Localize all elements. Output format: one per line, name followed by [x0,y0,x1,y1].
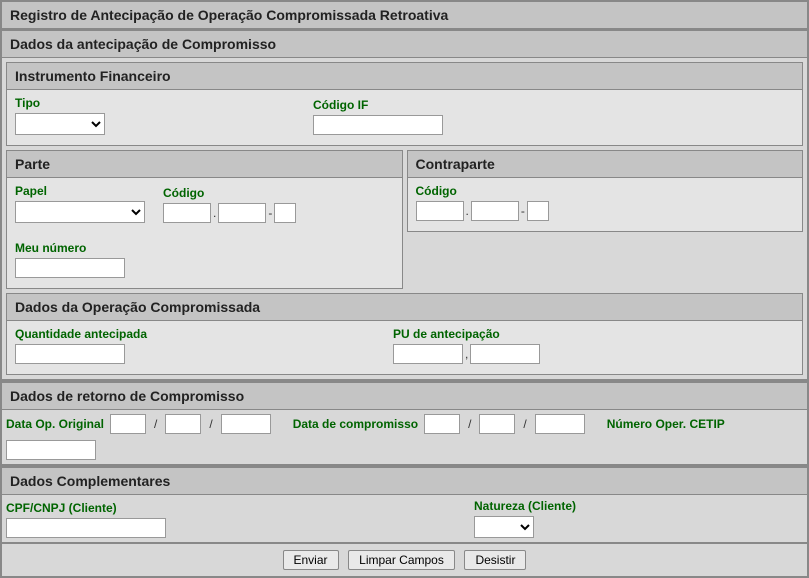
quantidade-label: Quantidade antecipada [15,327,375,341]
dados-complementares-title: Dados Complementares [0,466,809,495]
contraparte-title: Contraparte [407,150,804,178]
contraparte-codigo-sep2: - [519,204,527,218]
parte-codigo-label: Código [163,186,296,200]
limpar-campos-button[interactable]: Limpar Campos [348,550,455,570]
contraparte-codigo-label: Código [416,184,549,198]
dados-antecipacao-container: Instrumento Financeiro Tipo Código IF Pa… [0,58,809,381]
parte-codigo-sep2: - [266,206,274,220]
parte-codigo-b-input[interactable] [218,203,266,223]
section-dados-antecipacao-title: Dados da antecipação de Compromisso [0,29,809,58]
data-op-original-sep1: / [152,417,159,431]
tipo-select[interactable] [15,113,105,135]
data-op-original-label: Data Op. Original [6,417,104,431]
parte-papel-label: Papel [15,184,145,198]
numero-cetip-label: Número Oper. CETIP [607,417,725,431]
dados-operacao-body: Quantidade antecipada PU de antecipação … [6,321,803,375]
dados-operacao-title: Dados da Operação Compromissada [6,293,803,321]
contraparte-codigo-sep1: . [464,204,471,218]
natureza-select[interactable] [474,516,534,538]
page-title: Registro de Antecipação de Operação Comp… [0,0,809,29]
data-compromisso-d-input[interactable] [424,414,460,434]
dados-retorno-title: Dados de retorno de Compromisso [0,381,809,410]
contraparte-codigo-b-input[interactable] [471,201,519,221]
parte-codigo-sep1: . [211,206,218,220]
data-compromisso-y-input[interactable] [535,414,585,434]
parte-title: Parte [6,150,403,178]
data-compromisso-sep1: / [466,417,473,431]
enviar-button[interactable]: Enviar [283,550,339,570]
parte-body: Papel Código . - Meu número [6,178,403,289]
parte-papel-select[interactable] [15,201,145,223]
dados-retorno-body: Data Op. Original / / Data de compromiss… [0,410,809,466]
instrumento-title: Instrumento Financeiro [6,62,803,90]
pu-int-input[interactable] [393,344,463,364]
data-compromisso-m-input[interactable] [479,414,515,434]
parte-codigo-a-input[interactable] [163,203,211,223]
pu-sep: , [463,347,470,361]
pu-label: PU de antecipação [393,327,540,341]
data-op-original-y-input[interactable] [221,414,271,434]
codigo-if-input[interactable] [313,115,443,135]
parte-meu-numero-input[interactable] [15,258,125,278]
codigo-if-label: Código IF [313,98,443,112]
dados-complementares-body: CPF/CNPJ (Cliente) Natureza (Cliente) [0,495,809,544]
contraparte-body: Código . - [407,178,804,232]
contraparte-codigo-c-input[interactable] [527,201,549,221]
data-op-original-m-input[interactable] [165,414,201,434]
quantidade-input[interactable] [15,344,125,364]
numero-cetip-input[interactable] [6,440,96,460]
parte-codigo-c-input[interactable] [274,203,296,223]
data-op-original-sep2: / [207,417,214,431]
data-compromisso-label: Data de compromisso [293,417,418,431]
cpf-cnpj-input[interactable] [6,518,166,538]
contraparte-codigo-a-input[interactable] [416,201,464,221]
buttons-row: Enviar Limpar Campos Desistir [0,544,809,578]
pu-dec-input[interactable] [470,344,540,364]
parte-meu-numero-label: Meu número [15,241,125,255]
data-compromisso-sep2: / [521,417,528,431]
data-op-original-d-input[interactable] [110,414,146,434]
instrumento-body: Tipo Código IF [6,90,803,146]
natureza-label: Natureza (Cliente) [474,499,576,513]
desistir-button[interactable]: Desistir [464,550,526,570]
tipo-label: Tipo [15,96,295,110]
cpf-cnpj-label: CPF/CNPJ (Cliente) [6,501,456,515]
